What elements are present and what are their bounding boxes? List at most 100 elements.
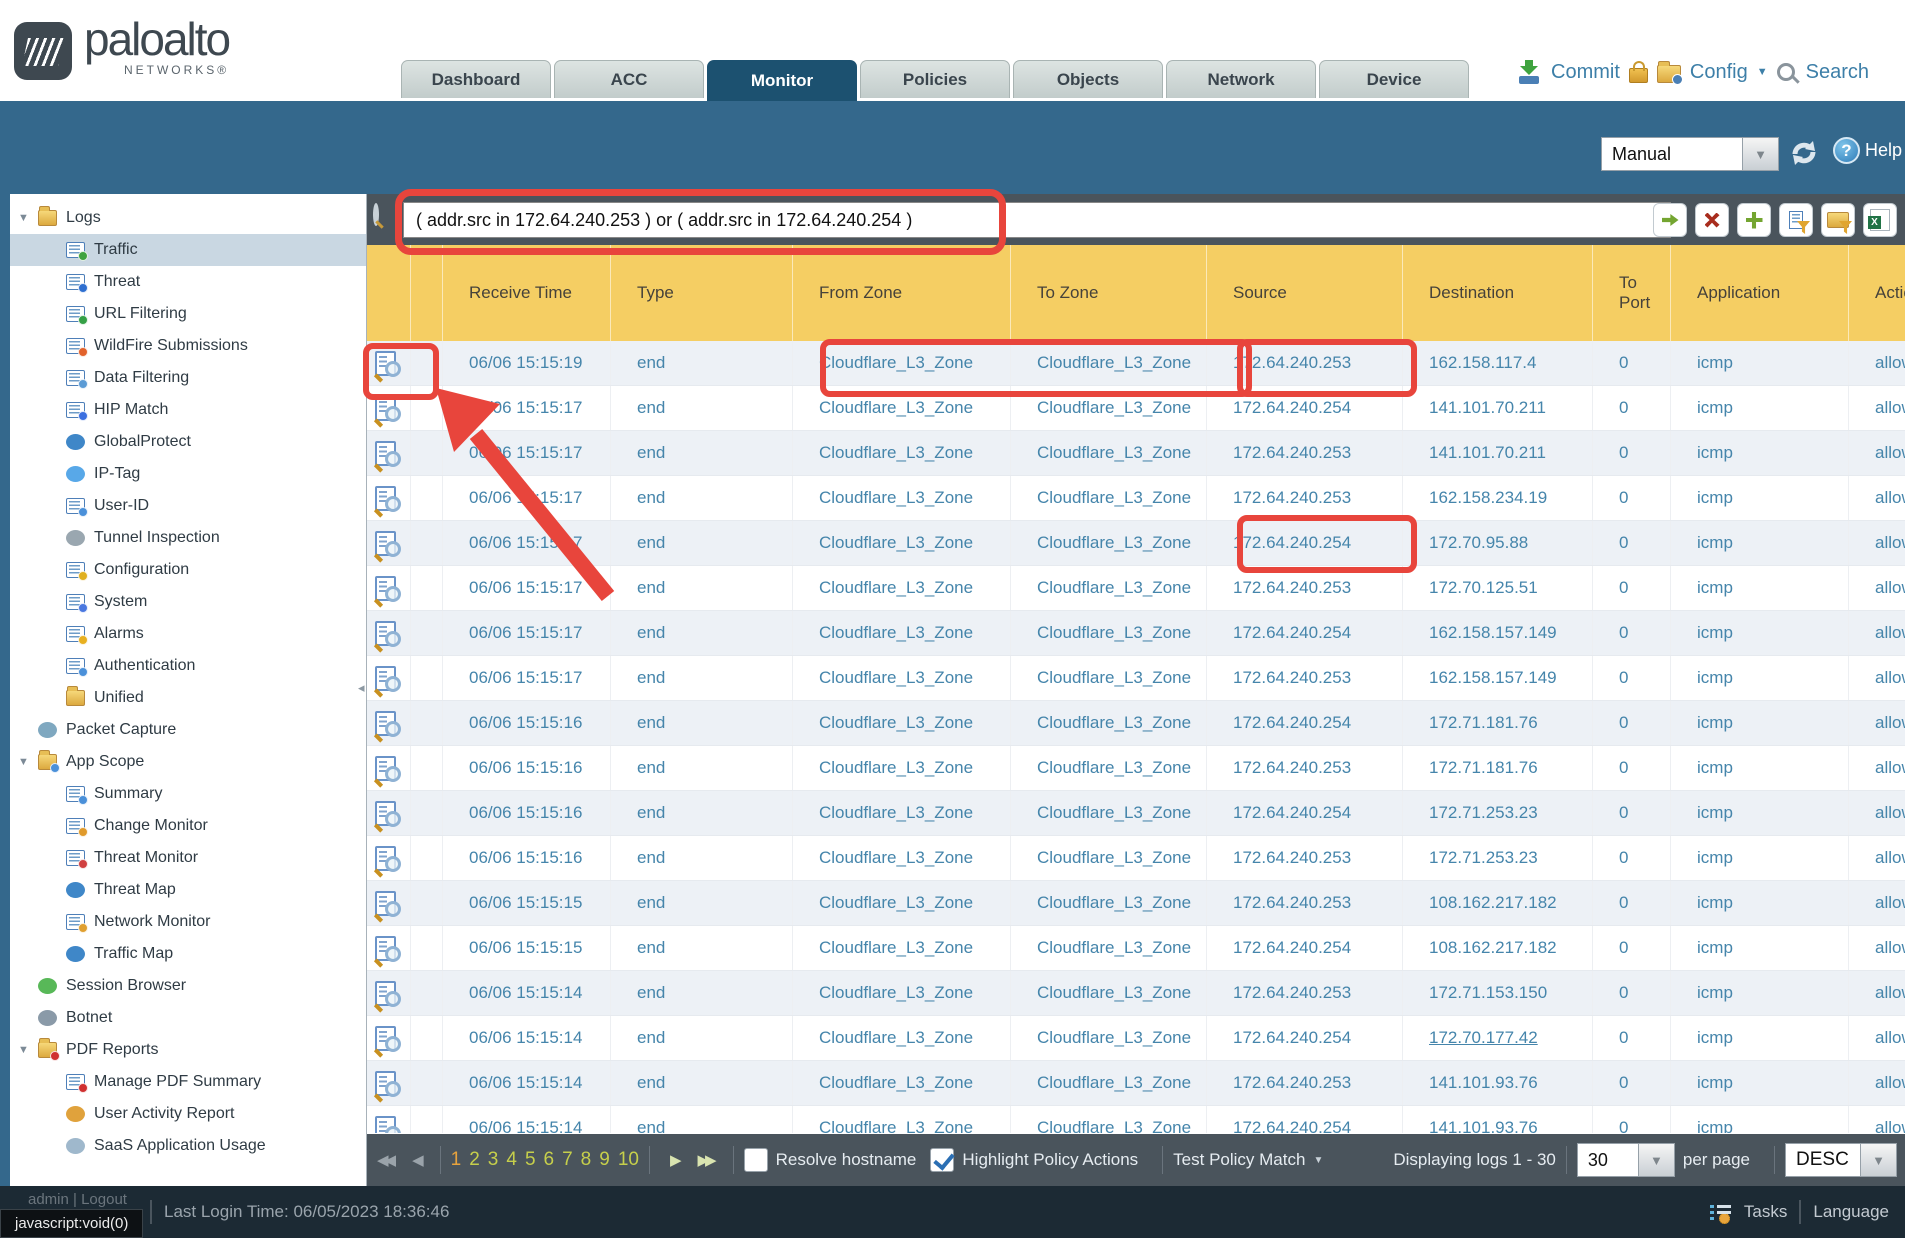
sidebar-item[interactable]: ▼ Configuration	[10, 554, 366, 586]
expander-triangle-icon[interactable]: ▼	[18, 212, 38, 224]
cell-destination[interactable]: 108.162.217.182	[1403, 926, 1593, 970]
clear-filter-button[interactable]	[1695, 203, 1729, 237]
commit-button[interactable]: Commit	[1551, 61, 1620, 84]
prev-page-button[interactable]: ◀	[402, 1151, 430, 1169]
log-row[interactable]: 06/06 15:15:16 end Cloudflare_L3_Zone Cl…	[367, 791, 1905, 836]
sidebar-item[interactable]: ▼ Network Monitor	[10, 906, 366, 938]
cell-destination[interactable]: 162.158.157.149	[1403, 611, 1593, 655]
log-detail-icon[interactable]	[375, 801, 396, 826]
sidebar-item[interactable]: ▼ Logs	[10, 202, 366, 234]
sidebar-collapse-handle[interactable]: ◂	[358, 680, 365, 696]
next-page-button[interactable]: ▶	[660, 1151, 688, 1169]
log-row[interactable]: 06/06 15:15:17 end Cloudflare_L3_Zone Cl…	[367, 386, 1905, 431]
tab-monitor[interactable]: Monitor	[707, 60, 857, 101]
cell-destination[interactable]: 141.101.70.211	[1403, 386, 1593, 430]
sidebar-item[interactable]: ▼ Packet Capture	[10, 714, 366, 746]
cell-destination[interactable]: 172.71.181.76	[1403, 746, 1593, 790]
log-detail-icon[interactable]	[375, 396, 396, 421]
sidebar-item[interactable]: ▼ System	[10, 586, 366, 618]
page-number[interactable]: 4	[506, 1149, 517, 1171]
log-row[interactable]: 06/06 15:15:17 end Cloudflare_L3_Zone Cl…	[367, 566, 1905, 611]
log-row[interactable]: 06/06 15:15:17 end Cloudflare_L3_Zone Cl…	[367, 521, 1905, 566]
column-header-source[interactable]: Source	[1207, 245, 1403, 341]
page-number[interactable]: 2	[469, 1149, 480, 1171]
refresh-icon[interactable]	[1788, 138, 1820, 168]
sidebar-item[interactable]: ▼ Tunnel Inspection	[10, 522, 366, 554]
column-header-to-zone[interactable]: To Zone	[1011, 245, 1207, 341]
page-number[interactable]: 6	[544, 1149, 555, 1171]
per-page-caret-icon[interactable]: ▼	[1639, 1143, 1675, 1177]
export-logs-button[interactable]	[1863, 203, 1897, 237]
log-detail-icon[interactable]	[375, 891, 396, 916]
log-row[interactable]: 06/06 15:15:19 end Cloudflare_L3_Zone Cl…	[367, 341, 1905, 386]
log-row[interactable]: 06/06 15:15:16 end Cloudflare_L3_Zone Cl…	[367, 836, 1905, 881]
cell-destination[interactable]: 172.71.181.76	[1403, 701, 1593, 745]
log-detail-icon[interactable]	[375, 576, 396, 601]
cell-destination[interactable]: 172.70.125.51	[1403, 566, 1593, 610]
test-policy-match-dropdown[interactable]: Test Policy Match ▼	[1173, 1150, 1323, 1170]
sidebar-item[interactable]: ▼ Threat Monitor	[10, 842, 366, 874]
column-header-destination[interactable]: Destination	[1403, 245, 1593, 341]
tab-dashboard[interactable]: Dashboard	[401, 60, 551, 98]
log-row[interactable]: 06/06 15:15:15 end Cloudflare_L3_Zone Cl…	[367, 881, 1905, 926]
config-button[interactable]: Config	[1690, 61, 1748, 84]
log-row[interactable]: 06/06 15:15:17 end Cloudflare_L3_Zone Cl…	[367, 656, 1905, 701]
cell-destination[interactable]: 108.162.217.182	[1403, 881, 1593, 925]
lock-icon[interactable]	[1629, 68, 1648, 83]
sidebar-item[interactable]: ▼ Traffic	[10, 234, 366, 266]
page-number[interactable]: 5	[525, 1149, 536, 1171]
expander-triangle-icon[interactable]: ▼	[18, 1044, 38, 1056]
log-filter-input[interactable]	[403, 202, 1671, 238]
log-row[interactable]: 06/06 15:15:14 end Cloudflare_L3_Zone Cl…	[367, 1016, 1905, 1061]
column-header-flags[interactable]	[411, 245, 443, 341]
log-detail-icon[interactable]	[375, 1026, 396, 1051]
help-label[interactable]: Help	[1865, 140, 1902, 161]
column-header-from-zone[interactable]: From Zone	[793, 245, 1011, 341]
sidebar-item[interactable]: ▼ Alarms	[10, 618, 366, 650]
tab-objects[interactable]: Objects	[1013, 60, 1163, 98]
user-session-links[interactable]: admin | Logout	[28, 1191, 127, 1208]
log-detail-icon[interactable]	[375, 441, 396, 466]
page-number[interactable]: 8	[581, 1149, 592, 1171]
cell-destination[interactable]: 162.158.234.19	[1403, 476, 1593, 520]
sidebar-item[interactable]: ▼ Change Monitor	[10, 810, 366, 842]
cell-destination[interactable]: 141.101.93.76	[1403, 1106, 1593, 1133]
column-header-application[interactable]: Application	[1671, 245, 1849, 341]
sidebar-item[interactable]: ▼ Session Browser	[10, 970, 366, 1002]
log-detail-icon[interactable]	[375, 1071, 396, 1096]
sidebar-item[interactable]: ▼ IP-Tag	[10, 458, 366, 490]
log-row[interactable]: 06/06 15:15:17 end Cloudflare_L3_Zone Cl…	[367, 611, 1905, 656]
log-row[interactable]: 06/06 15:15:16 end Cloudflare_L3_Zone Cl…	[367, 746, 1905, 791]
column-header-receive-time[interactable]: Receive Time	[443, 245, 611, 341]
column-header-to-port[interactable]: To Port	[1593, 245, 1671, 341]
log-detail-icon[interactable]	[375, 486, 396, 511]
load-filter-button[interactable]	[1821, 203, 1855, 237]
tasks-button[interactable]: Tasks	[1744, 1202, 1787, 1222]
sidebar-item[interactable]: ▼ Threat Map	[10, 874, 366, 906]
search-button[interactable]: Search	[1806, 61, 1869, 84]
log-row[interactable]: 06/06 15:15:14 end Cloudflare_L3_Zone Cl…	[367, 971, 1905, 1016]
tab-network[interactable]: Network	[1166, 60, 1316, 98]
log-detail-icon[interactable]	[375, 531, 396, 556]
column-header-type[interactable]: Type	[611, 245, 793, 341]
refresh-mode-select[interactable]: Manual	[1601, 137, 1743, 171]
log-detail-icon[interactable]	[375, 621, 396, 646]
sidebar-item[interactable]: ▼ Data Filtering	[10, 362, 366, 394]
cell-destination[interactable]: 172.71.153.150	[1403, 971, 1593, 1015]
last-page-button[interactable]: ▶▶	[688, 1151, 723, 1169]
sidebar-item[interactable]: ▼ SaaS Application Usage	[10, 1130, 366, 1162]
sidebar-item[interactable]: ▼ PDF Reports	[10, 1034, 366, 1066]
log-detail-icon[interactable]	[375, 351, 396, 376]
page-number[interactable]: 1	[451, 1149, 462, 1171]
sidebar-item[interactable]: ▼ User Activity Report	[10, 1098, 366, 1130]
sidebar-item[interactable]: ▼ Manage PDF Summary	[10, 1066, 366, 1098]
sidebar-item[interactable]: ▼ WildFire Submissions	[10, 330, 366, 362]
sidebar-item[interactable]: ▼ Summary	[10, 778, 366, 810]
help-icon[interactable]: ?	[1833, 137, 1860, 164]
log-detail-icon[interactable]	[375, 936, 396, 961]
sidebar-item[interactable]: ▼ GlobalProtect	[10, 426, 366, 458]
log-detail-icon[interactable]	[375, 756, 396, 781]
first-page-button[interactable]: ◀◀	[367, 1151, 402, 1169]
sidebar-item[interactable]: ▼ URL Filtering	[10, 298, 366, 330]
cell-destination[interactable]: 141.101.93.76	[1403, 1061, 1593, 1105]
